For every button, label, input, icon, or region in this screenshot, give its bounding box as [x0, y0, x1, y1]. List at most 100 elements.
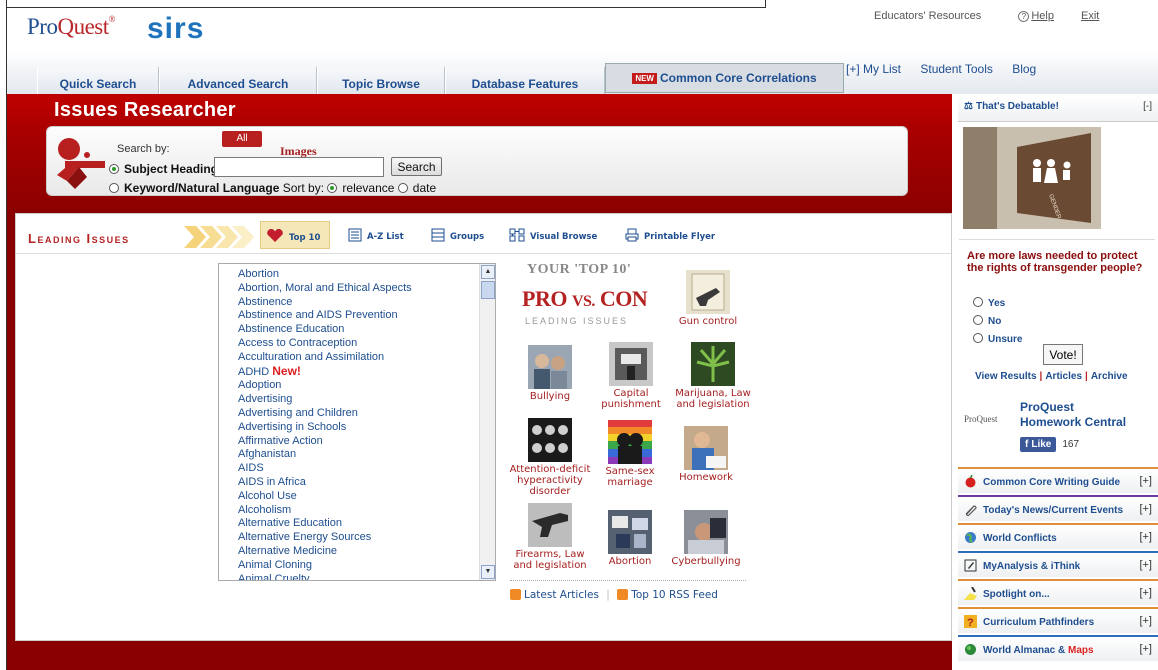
exit-link[interactable]: Exit [1081, 10, 1099, 22]
expand-button[interactable]: [+] [1139, 503, 1152, 515]
tool-groups[interactable]: Groups [431, 228, 484, 242]
educators-resources-link[interactable]: Educators' Resources [874, 10, 981, 22]
list-item[interactable]: Alternative Medicine [238, 545, 412, 559]
tool-visual-browse[interactable]: Visual Browse [509, 228, 597, 242]
list-item[interactable]: Acculturation and Assimilation [238, 351, 412, 365]
search-panel: Search by: All Images Subject Headings S… [46, 126, 908, 196]
expand-button[interactable]: [+] [1139, 643, 1152, 655]
list-item[interactable]: ADHD New! [238, 364, 412, 380]
scroll-up-icon[interactable]: ▲ [481, 265, 495, 279]
issue-list[interactable]: Abortion Abortion, Moral and Ethical Asp… [218, 263, 496, 581]
list-item[interactable]: Adoption [238, 379, 412, 393]
poll-option-yes[interactable]: Yes [973, 297, 1005, 309]
top10-item[interactable]: Gun control [672, 270, 744, 327]
collapse-button[interactable]: [-] [1143, 101, 1152, 112]
articles-link[interactable]: Articles [1045, 371, 1082, 382]
subject-headings-option[interactable]: Subject Headings [109, 162, 225, 176]
radio-date[interactable] [397, 183, 408, 193]
blog-link[interactable]: Blog [1012, 62, 1036, 76]
list-item[interactable]: Affirmative Action [238, 435, 412, 449]
expand-button[interactable]: [+] [1139, 475, 1152, 487]
tool-a-z-list[interactable]: A-Z List [348, 228, 404, 242]
list-item[interactable]: AIDS [238, 462, 412, 476]
list-item[interactable]: Access to Contraception [238, 337, 412, 351]
expand-button[interactable]: [+] [1139, 559, 1152, 571]
poll-links: View Results | Articles | Archive [975, 371, 1128, 382]
section-world-conflicts[interactable]: World Conflicts [+] [958, 523, 1158, 549]
list-item[interactable]: Advertising and Children [238, 407, 412, 421]
top10-item[interactable]: Capital punishment [596, 342, 666, 410]
scroll-thumb[interactable] [481, 281, 495, 299]
proquest-logo[interactable]: ProQuest® [27, 14, 115, 40]
list-item[interactable]: Afghanistan [238, 448, 412, 462]
tab-advanced-search[interactable]: Advanced Search [159, 67, 317, 95]
my-list-link[interactable]: [+] My List [846, 62, 901, 76]
radio-yes[interactable] [973, 297, 983, 307]
list-item[interactable]: Advertising in Schools [238, 421, 412, 435]
expand-button[interactable]: [+] [1139, 587, 1152, 599]
archive-link[interactable]: Archive [1091, 371, 1128, 382]
section-world-almanac-maps[interactable]: World Almanac & Maps [+] [958, 635, 1158, 661]
list-scrollbar[interactable]: ▲ ▼ [479, 264, 495, 580]
top10-item[interactable]: Homework [676, 426, 736, 483]
list-item[interactable]: AIDS in Africa [238, 476, 412, 490]
radio-relevance[interactable] [327, 183, 338, 193]
section-myanalysis-ithink[interactable]: MyAnalysis & iThink [+] [958, 551, 1158, 577]
list-item[interactable]: Abstinence [238, 296, 412, 310]
tab-quick-search[interactable]: Quick Search [37, 67, 159, 95]
list-item[interactable]: Advertising [238, 393, 412, 407]
list-item[interactable]: Alcohol Use [238, 490, 412, 504]
poll-option-no[interactable]: No [973, 315, 1001, 327]
section-common-core-writing-guide[interactable]: Common Core Writing Guide [+] [958, 467, 1158, 493]
scroll-down-icon[interactable]: ▼ [481, 565, 495, 579]
top10-item[interactable]: Attention-deficit hyperactivity disorder [506, 418, 594, 497]
top10-rss-feed-link[interactable]: Top 10 RSS Feed [631, 589, 718, 601]
list-item[interactable]: Alcoholism [238, 504, 412, 518]
section-label: World Conflicts [983, 533, 1057, 544]
tool-printable-flyer[interactable]: Printable Flyer [625, 228, 715, 242]
tab-common-core-correlations[interactable]: NEW Common Core Correlations [605, 63, 844, 93]
section-todays-news[interactable]: Today's News/Current Events [+] [958, 495, 1158, 521]
radio-selected[interactable] [109, 164, 119, 174]
section-spotlight-on[interactable]: Spotlight on... [+] [958, 579, 1158, 605]
tool-top-10[interactable]: Top 10 [260, 221, 330, 249]
help-link[interactable]: ? Help [1018, 10, 1054, 22]
top10-item[interactable]: Same-sex marriage [602, 420, 658, 488]
poll-option-unsure[interactable]: Unsure [973, 333, 1022, 345]
list-item[interactable]: Alternative Energy Sources [238, 531, 412, 545]
list-item[interactable]: Alternative Education [238, 517, 412, 531]
thats-debatable-header[interactable]: ⚖ That's Debatable! [-] [958, 96, 1158, 122]
top10-item[interactable]: Abortion [602, 510, 658, 567]
top10-item[interactable]: Marijuana, Law and legislation [675, 342, 751, 410]
homework-central-promo[interactable]: ProQuest ProQuest Homework Central f Like 1… [962, 394, 1154, 464]
latest-articles-link[interactable]: Latest Articles [524, 589, 599, 601]
radio-no[interactable] [973, 315, 983, 325]
list-item[interactable]: Abstinence Education [238, 323, 412, 337]
search-input[interactable] [214, 157, 384, 177]
adhd-thumbnail [528, 418, 572, 462]
list-item[interactable]: Abortion, Moral and Ethical Aspects [238, 282, 412, 296]
student-tools-link[interactable]: Student Tools [920, 62, 993, 76]
list-item[interactable]: Abstinence and AIDS Prevention [238, 309, 412, 323]
top10-item[interactable]: Firearms, Law and legislation [506, 503, 594, 571]
top10-item[interactable]: Bullying [520, 345, 580, 402]
section-curriculum-pathfinders[interactable]: ? Curriculum Pathfinders [+] [958, 607, 1158, 633]
expand-button[interactable]: [+] [1139, 531, 1152, 543]
svg-text:?: ? [967, 617, 974, 628]
facebook-like-button[interactable]: f Like [1020, 437, 1057, 452]
all-badge[interactable]: All [222, 131, 262, 147]
radio-unsure[interactable] [973, 333, 983, 343]
tab-topic-browse[interactable]: Topic Browse [317, 67, 445, 95]
list-item[interactable]: Animal Cruelty [238, 573, 412, 580]
radio-keyword[interactable] [109, 183, 119, 193]
vote-button[interactable]: Vote! [1043, 344, 1083, 365]
expand-button[interactable]: [+] [1139, 615, 1152, 627]
list-item[interactable]: Animal Cloning [238, 559, 412, 573]
tab-database-features[interactable]: Database Features [445, 67, 605, 95]
list-item[interactable]: Abortion [238, 268, 412, 282]
search-button[interactable]: Search [391, 157, 442, 176]
sirs-logo[interactable]: sirs [147, 12, 204, 46]
top10-item[interactable]: Cyberbullying [666, 510, 746, 567]
homework-central-title[interactable]: ProQuest Homework Central [1020, 400, 1126, 430]
view-results-link[interactable]: View Results [975, 371, 1037, 382]
